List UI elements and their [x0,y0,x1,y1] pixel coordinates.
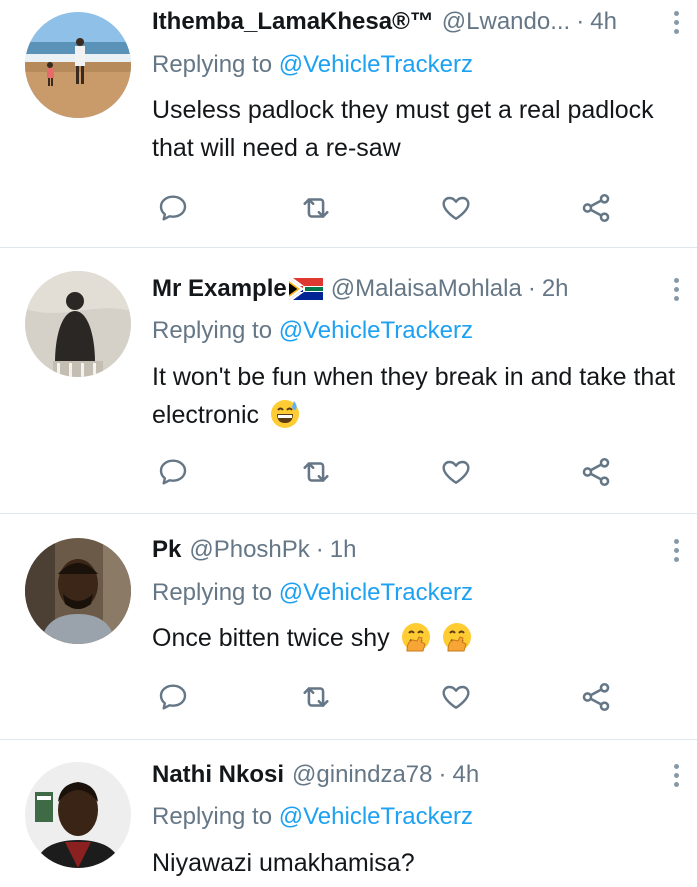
hand-over-mouth-emoji [401,622,431,652]
tweet-card[interactable]: Nathi Nkosi @ginindza78 · 4h Replying to… [0,740,697,887]
share-icon[interactable] [576,677,616,717]
replying-to-prefix: Replying to [152,579,279,606]
action-bar [0,452,697,492]
share-icon[interactable] [576,452,616,492]
user-handle[interactable]: @PhoshPk [189,533,309,567]
tweet-header: Nathi Nkosi @ginindza78 · 4h [152,758,479,792]
timestamp[interactable]: 4h [453,758,480,792]
action-bar [0,188,697,228]
mention-link[interactable]: @VehicleTrackerz [279,51,473,78]
heart-icon[interactable] [436,452,476,492]
separator-dot: · [315,536,324,563]
tweet-card[interactable]: Pk @PhoshPk · 1h Replying to @VehicleTra… [0,514,697,740]
replying-to-prefix: Replying to [152,51,279,78]
avatar[interactable] [25,271,131,377]
tweet-header: Pk @PhoshPk · 1h [152,533,356,567]
replying-to-prefix: Replying to [152,803,279,830]
action-bar [0,677,697,717]
tweet-text: Niyawazi umakhamisa? [152,844,677,882]
mention-link[interactable]: @VehicleTrackerz [279,317,473,344]
tweet-card[interactable]: Mr Example @MalaisaMohlala · 2h Replying… [0,248,697,514]
reply-icon[interactable] [153,452,193,492]
replying-to: Replying to @VehicleTrackerz [152,576,473,610]
user-handle[interactable]: @ginindza78 [292,758,432,792]
tweet-text: Once bitten twice shy [152,619,677,657]
tweet-header: Ithemba_LamaKhesa®™ @Lwando... · 4h [152,5,617,39]
replying-to: Replying to @VehicleTrackerz [152,48,473,82]
grinning-sweat-emoji [270,399,300,429]
display-name[interactable]: Nathi Nkosi [152,758,284,792]
user-handle[interactable]: @Lwando... [442,5,570,39]
heart-icon[interactable] [436,677,476,717]
timestamp[interactable]: 4h [590,5,617,39]
mention-link[interactable]: @VehicleTrackerz [279,579,473,606]
tweet-text-content: Niyawazi umakhamisa? [152,849,415,877]
tweet-card[interactable]: Ithemba_LamaKhesa®™ @Lwando... · 4h Repl… [0,0,697,248]
separator-dot: · [576,8,585,35]
more-options-icon[interactable] [667,758,685,792]
tweet-text-content: Useless padlock they must get a real pad… [152,96,654,162]
more-options-icon[interactable] [667,533,685,567]
mention-link[interactable]: @VehicleTrackerz [279,803,473,830]
display-name[interactable]: Mr Example [152,272,287,306]
timestamp[interactable]: 1h [330,533,357,567]
separator-dot: · [527,275,536,302]
display-name[interactable]: Ithemba_LamaKhesa®™ [152,5,434,39]
tweet-text: It won't be fun when they break in and t… [152,358,677,434]
retweet-icon[interactable] [296,188,336,228]
avatar[interactable] [25,12,131,118]
retweet-icon[interactable] [296,452,336,492]
replying-to: Replying to @VehicleTrackerz [152,800,473,834]
avatar[interactable] [25,762,131,868]
replying-to: Replying to @VehicleTrackerz [152,314,473,348]
avatar[interactable] [25,538,131,644]
reply-feed: Ithemba_LamaKhesa®™ @Lwando... · 4h Repl… [0,0,697,887]
share-icon[interactable] [576,188,616,228]
tweet-text-content: Once bitten twice shy [152,624,390,652]
heart-icon[interactable] [436,188,476,228]
reply-icon[interactable] [153,188,193,228]
tweet-header: Mr Example @MalaisaMohlala · 2h [152,272,569,306]
replying-to-prefix: Replying to [152,317,279,344]
hand-over-mouth-emoji [442,622,472,652]
retweet-icon[interactable] [296,677,336,717]
more-options-icon[interactable] [667,5,685,39]
more-options-icon[interactable] [667,272,685,306]
separator-dot: · [438,761,447,788]
reply-icon[interactable] [153,677,193,717]
south-africa-flag-icon [288,278,323,300]
user-handle[interactable]: @MalaisaMohlala [331,272,522,306]
display-name[interactable]: Pk [152,533,181,567]
timestamp[interactable]: 2h [542,272,569,306]
tweet-text-content: It won't be fun when they break in and t… [152,363,676,429]
tweet-text: Useless padlock they must get a real pad… [152,91,677,167]
